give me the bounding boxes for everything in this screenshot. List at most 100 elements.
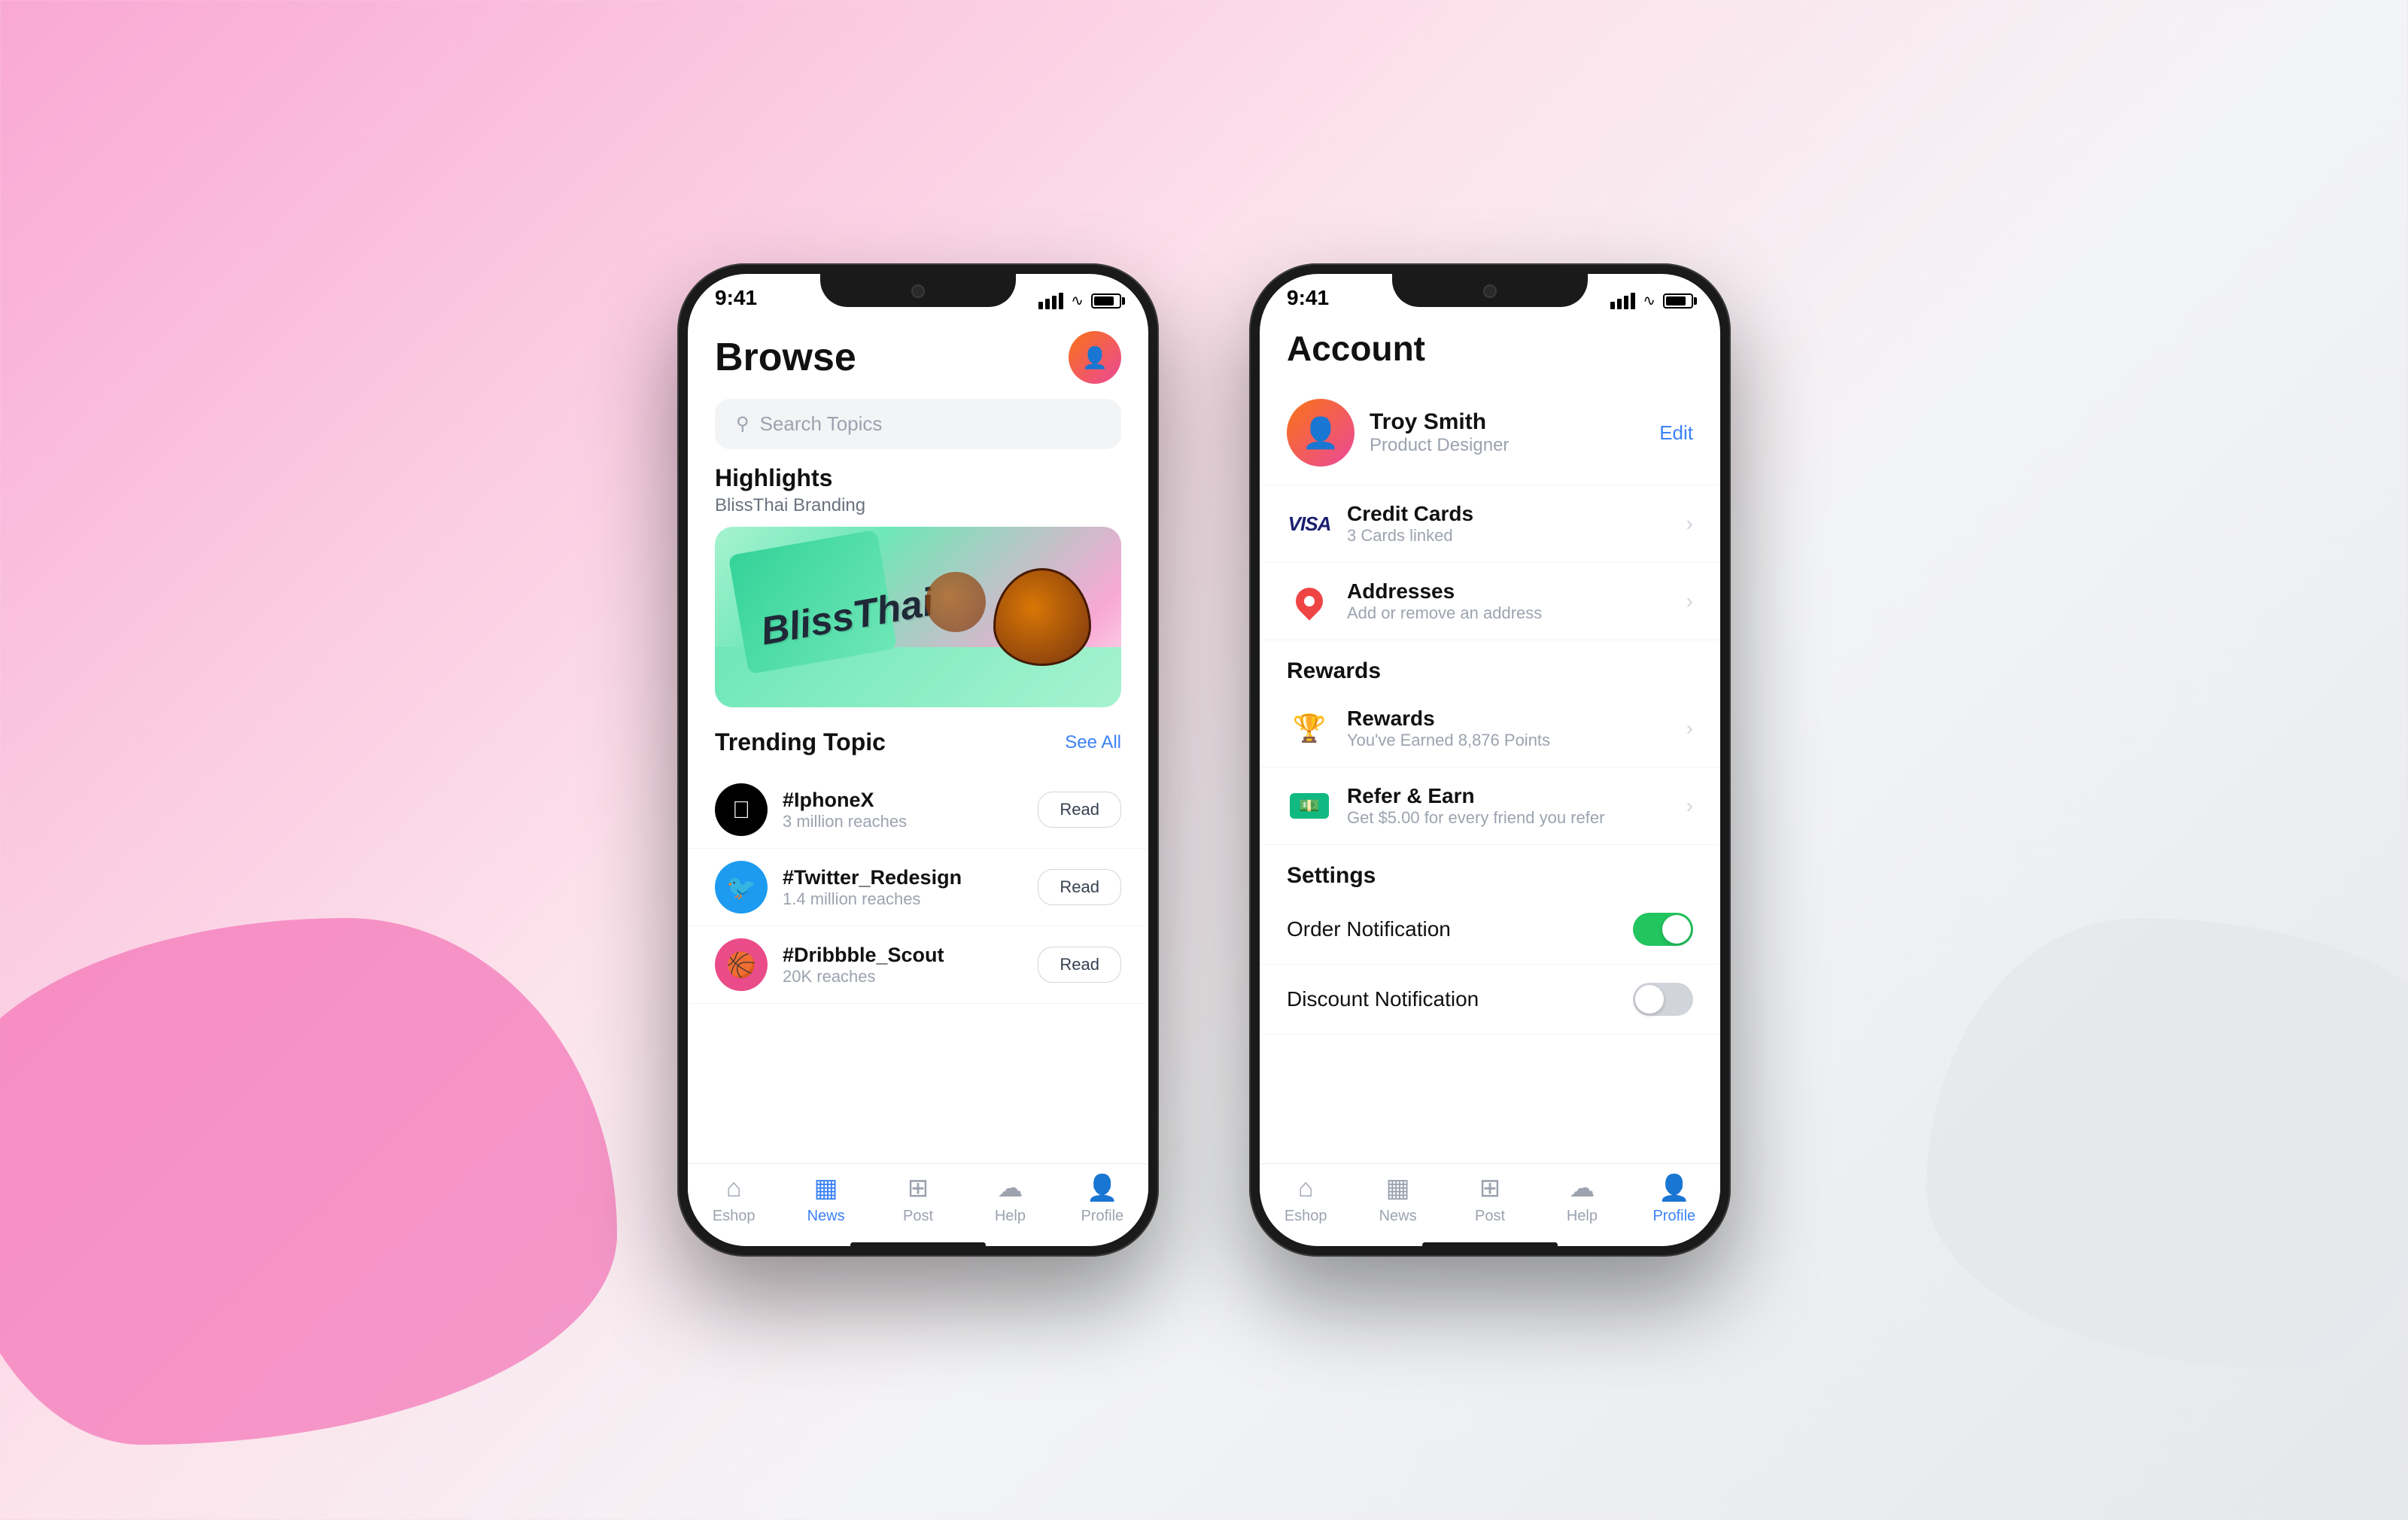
- status-time-account: 9:41: [1287, 286, 1329, 310]
- browse-screen: Browse 👤 ⚲ Search Topics Highlights Blis…: [688, 316, 1148, 1246]
- account-title: Account: [1287, 329, 1425, 368]
- help-icon-account: ☁: [1569, 1173, 1595, 1203]
- tab-label-help: Help: [995, 1208, 1026, 1225]
- addresses-title: Addresses: [1347, 579, 1671, 603]
- browse-title: Browse: [715, 335, 856, 380]
- browse-header: Browse 👤: [688, 316, 1148, 391]
- tab-news-account[interactable]: ▦ News: [1351, 1173, 1443, 1225]
- coconut-decoration: [993, 568, 1091, 666]
- profile-info: Troy Smith Product Designer: [1370, 409, 1644, 456]
- addresses-item[interactable]: Addresses Add or remove an address ›: [1260, 563, 1720, 640]
- profile-role: Product Designer: [1370, 435, 1644, 456]
- user-avatar[interactable]: 👤: [1069, 331, 1121, 384]
- camera-account: [1483, 284, 1497, 298]
- highlights-sublabel: BlissThai Branding: [688, 495, 1148, 527]
- phone-account-screen: 9:41 ∿: [1260, 274, 1720, 1246]
- help-icon: ☁: [997, 1173, 1023, 1203]
- camera: [911, 284, 925, 298]
- apple-icon: : [715, 783, 768, 836]
- discount-notification-toggle[interactable]: [1633, 983, 1693, 1016]
- read-button-twitter[interactable]: Read: [1038, 869, 1121, 905]
- addresses-content: Addresses Add or remove an address: [1347, 579, 1671, 623]
- discount-notification-row: Discount Notification: [1260, 965, 1720, 1035]
- tab-eshop-account[interactable]: ⌂ Eshop: [1260, 1174, 1351, 1225]
- home-icon: ⌂: [726, 1174, 742, 1203]
- tab-profile-account[interactable]: 👤 Profile: [1628, 1173, 1720, 1225]
- credit-cards-title: Credit Cards: [1347, 502, 1671, 526]
- rewards-subtitle: You've Earned 8,876 Points: [1347, 731, 1671, 750]
- tab-label-news-account: News: [1379, 1208, 1417, 1225]
- money-icon: 💵: [1287, 789, 1332, 822]
- account-screen-content: Account 👤 Troy Smith Product Designer Ed…: [1260, 316, 1720, 1246]
- edit-button[interactable]: Edit: [1659, 421, 1693, 445]
- addresses-subtitle: Add or remove an address: [1347, 603, 1671, 623]
- home-indicator-account: [1422, 1242, 1558, 1248]
- profile-row[interactable]: 👤 Troy Smith Product Designer Edit: [1260, 381, 1720, 485]
- rewards-item[interactable]: 🏆 Rewards You've Earned 8,876 Points ›: [1260, 690, 1720, 768]
- search-icon: ⚲: [736, 413, 749, 435]
- tab-label-profile-account: Profile: [1652, 1208, 1695, 1225]
- read-button-dribbble[interactable]: Read: [1038, 947, 1121, 983]
- news-icon-account: ▦: [1386, 1173, 1410, 1203]
- discount-notification-label: Discount Notification: [1287, 987, 1479, 1011]
- battery-icon-account: [1663, 293, 1693, 309]
- account-header: Account: [1260, 316, 1720, 381]
- topic-name-iphonex: #IphoneX: [783, 789, 1023, 812]
- tab-label-post-account: Post: [1475, 1208, 1505, 1225]
- see-all-button[interactable]: See All: [1065, 732, 1121, 753]
- tab-eshop[interactable]: ⌂ Eshop: [688, 1174, 780, 1225]
- news-icon: ▦: [814, 1173, 838, 1203]
- dribbble-icon: 🏀: [715, 938, 768, 991]
- topic-reach-dribbble: 20K reaches: [783, 967, 1023, 986]
- profile-icon-account: 👤: [1659, 1173, 1690, 1203]
- trending-header: Trending Topic See All: [688, 728, 1148, 756]
- wifi-icon: ∿: [1071, 291, 1084, 310]
- order-notification-row: Order Notification: [1260, 895, 1720, 965]
- topic-reach-iphonex: 3 million reaches: [783, 812, 1023, 831]
- highlight-card[interactable]: BlissThai: [715, 527, 1121, 707]
- search-bar[interactable]: ⚲ Search Topics: [715, 399, 1121, 449]
- refer-earn-item[interactable]: 💵 Refer & Earn Get $5.00 for every frien…: [1260, 768, 1720, 845]
- tab-post-account[interactable]: ⊞ Post: [1444, 1173, 1536, 1225]
- order-notification-label: Order Notification: [1287, 917, 1451, 941]
- tab-help[interactable]: ☁ Help: [964, 1173, 1056, 1225]
- status-icons-browse: ∿: [1038, 291, 1121, 310]
- profile-avatar: 👤: [1287, 399, 1354, 467]
- tab-news[interactable]: ▦ News: [780, 1173, 871, 1225]
- rewards-section-title: Rewards: [1260, 640, 1720, 690]
- order-notification-toggle[interactable]: [1633, 913, 1693, 946]
- topic-item-twitter[interactable]: 🐦 #Twitter_Redesign 1.4 million reaches …: [688, 849, 1148, 926]
- tab-bar-browse: ⌂ Eshop ▦ News ⊞ Post ☁ Help: [688, 1163, 1148, 1246]
- wifi-icon-account: ∿: [1643, 291, 1655, 310]
- signal-icon: [1038, 293, 1063, 309]
- tab-label-news: News: [807, 1208, 845, 1225]
- topic-item-dribbble[interactable]: 🏀 #Dribbble_Scout 20K reaches Read: [688, 926, 1148, 1004]
- topic-name-dribbble: #Dribbble_Scout: [783, 944, 1023, 967]
- notch: [820, 274, 1016, 307]
- tab-label-eshop-account: Eshop: [1285, 1208, 1327, 1225]
- refer-earn-content: Refer & Earn Get $5.00 for every friend …: [1347, 784, 1671, 828]
- chevron-right-icon: ›: [1686, 512, 1693, 536]
- phone-browse-screen: 9:41 ∿: [688, 274, 1148, 1246]
- notch-account: [1392, 274, 1588, 307]
- settings-section-title: Settings: [1260, 845, 1720, 895]
- visa-icon: VISA: [1287, 507, 1332, 540]
- topic-item-iphonex[interactable]:  #IphoneX 3 million reaches Read: [688, 771, 1148, 849]
- background-blob-left: [0, 918, 617, 1445]
- home-icon-account: ⌂: [1298, 1174, 1314, 1203]
- signal-icon-account: [1610, 293, 1635, 309]
- status-time-browse: 9:41: [715, 286, 757, 310]
- tab-profile[interactable]: 👤 Profile: [1057, 1173, 1148, 1225]
- tab-help-account[interactable]: ☁ Help: [1536, 1173, 1628, 1225]
- profile-name: Troy Smith: [1370, 409, 1644, 435]
- tab-label-post: Post: [903, 1208, 933, 1225]
- profile-icon: 👤: [1087, 1173, 1118, 1203]
- tab-label-help-account: Help: [1567, 1208, 1598, 1225]
- tab-post[interactable]: ⊞ Post: [872, 1173, 964, 1225]
- tab-bar-account: ⌂ Eshop ▦ News ⊞ Post ☁ Help: [1260, 1163, 1720, 1246]
- refer-earn-subtitle: Get $5.00 for every friend you refer: [1347, 808, 1671, 828]
- credit-cards-item[interactable]: VISA Credit Cards 3 Cards linked ›: [1260, 485, 1720, 563]
- phone-account: 9:41 ∿: [1249, 263, 1731, 1257]
- read-button-iphonex[interactable]: Read: [1038, 792, 1121, 828]
- tab-label-profile: Profile: [1081, 1208, 1123, 1225]
